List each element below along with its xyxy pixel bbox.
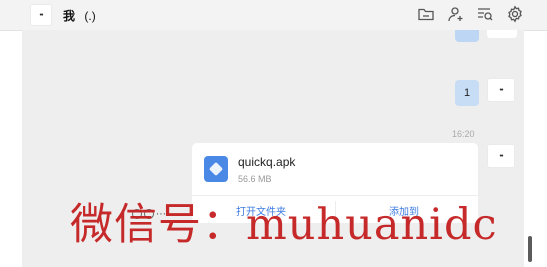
sender-avatar[interactable]: •• <box>487 78 515 102</box>
chat-header: •• 我 (.) <box>0 0 547 31</box>
chat-title: 我 (.) <box>63 7 96 24</box>
avatar-partial <box>487 30 517 38</box>
search-history-icon[interactable] <box>476 5 494 23</box>
message-bubble-partial <box>455 30 479 42</box>
chat-avatar[interactable]: •• <box>30 4 52 26</box>
watermark-text: 微信号：muhuanidc <box>70 200 498 250</box>
file-name: quickq.apk <box>238 155 296 169</box>
apk-file-icon <box>204 156 228 182</box>
folder-icon[interactable] <box>417 5 435 23</box>
sender-avatar[interactable]: •• <box>487 144 515 168</box>
chat-title-suffix: (.) <box>84 9 96 23</box>
chat-title-name: 我 <box>63 9 76 23</box>
gear-icon[interactable] <box>506 5 524 23</box>
file-size: 56.6 MB <box>238 174 272 184</box>
add-user-icon[interactable] <box>447 5 465 23</box>
scrollbar[interactable] <box>528 236 532 262</box>
message-timestamp: 16:20 <box>452 129 475 139</box>
message-bubble[interactable]: 1 <box>455 80 479 106</box>
